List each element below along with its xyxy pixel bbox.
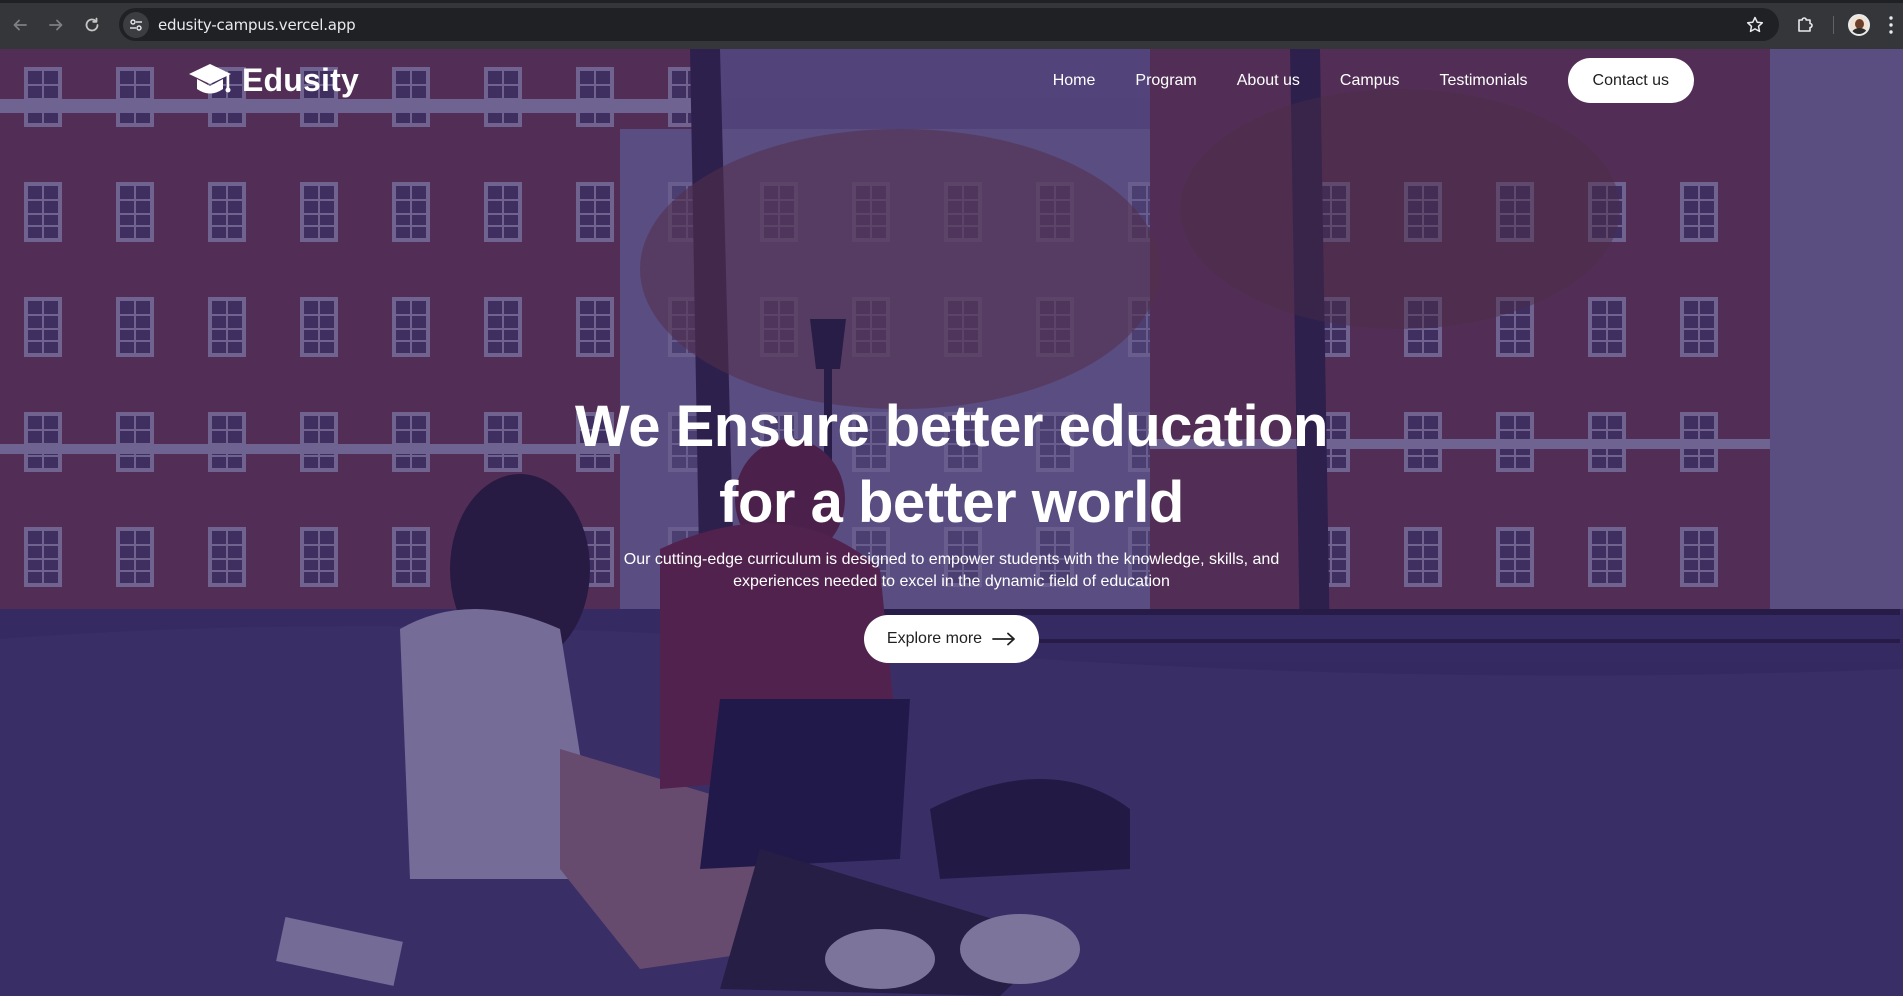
reload-button[interactable] bbox=[74, 7, 110, 43]
hero-title: We Ensure better education for a better … bbox=[552, 389, 1352, 541]
address-bar[interactable]: edusity-campus.vercel.app bbox=[119, 8, 1779, 41]
url-text[interactable]: edusity-campus.vercel.app bbox=[158, 16, 356, 34]
logo-text: Edusity bbox=[242, 62, 359, 98]
explore-more-label: Explore more bbox=[886, 630, 983, 647]
nav-program-link[interactable]: Program bbox=[1135, 72, 1196, 90]
hero-subtitle: Our cutting-edge curriculum is designed … bbox=[623, 551, 1280, 590]
hero-title-line-2: for a better world bbox=[719, 470, 1184, 535]
tune-icon bbox=[130, 18, 142, 31]
browser-toolbar: edusity-campus.vercel.app bbox=[0, 0, 1903, 49]
nav-home-link[interactable]: Home bbox=[1053, 72, 1096, 90]
explore-more-button[interactable]: Explore more bbox=[864, 615, 1039, 663]
arrow-right-icon bbox=[992, 632, 1015, 646]
back-button[interactable] bbox=[2, 7, 38, 43]
site-logo[interactable]: Edusity bbox=[188, 58, 359, 103]
nav-about-link[interactable]: About us bbox=[1237, 72, 1300, 90]
arrow-left-icon bbox=[13, 19, 27, 30]
site-navbar: Edusity Home Program About us Campus Tes… bbox=[188, 58, 1694, 103]
kebab-menu-icon[interactable] bbox=[1888, 15, 1894, 35]
hero-title-line-1: We Ensure better education bbox=[575, 394, 1328, 459]
avatar-body bbox=[1852, 28, 1867, 34]
arrow-right-icon bbox=[49, 19, 63, 30]
toolbar-divider bbox=[1833, 16, 1834, 34]
puzzle-icon[interactable] bbox=[1795, 14, 1815, 34]
graduation-cap-icon bbox=[189, 63, 231, 93]
nav-links: Home Program About us Campus Testimonial… bbox=[1053, 58, 1694, 103]
star-icon[interactable] bbox=[1745, 15, 1765, 35]
site-info-button[interactable] bbox=[123, 11, 149, 38]
hero-content: We Ensure better education for a better … bbox=[0, 389, 1903, 663]
hero-section: Edusity Home Program About us Campus Tes… bbox=[0, 49, 1903, 996]
nav-campus-link[interactable]: Campus bbox=[1340, 72, 1400, 90]
tab-strip-edge bbox=[0, 0, 1903, 3]
contact-us-button[interactable]: Contact us bbox=[1567, 58, 1694, 103]
nav-testimonials-link[interactable]: Testimonials bbox=[1439, 72, 1527, 90]
contact-us-label: Contact us bbox=[1592, 71, 1669, 89]
reload-icon bbox=[85, 17, 99, 31]
avatar[interactable] bbox=[1848, 14, 1870, 36]
forward-button[interactable] bbox=[38, 7, 74, 43]
